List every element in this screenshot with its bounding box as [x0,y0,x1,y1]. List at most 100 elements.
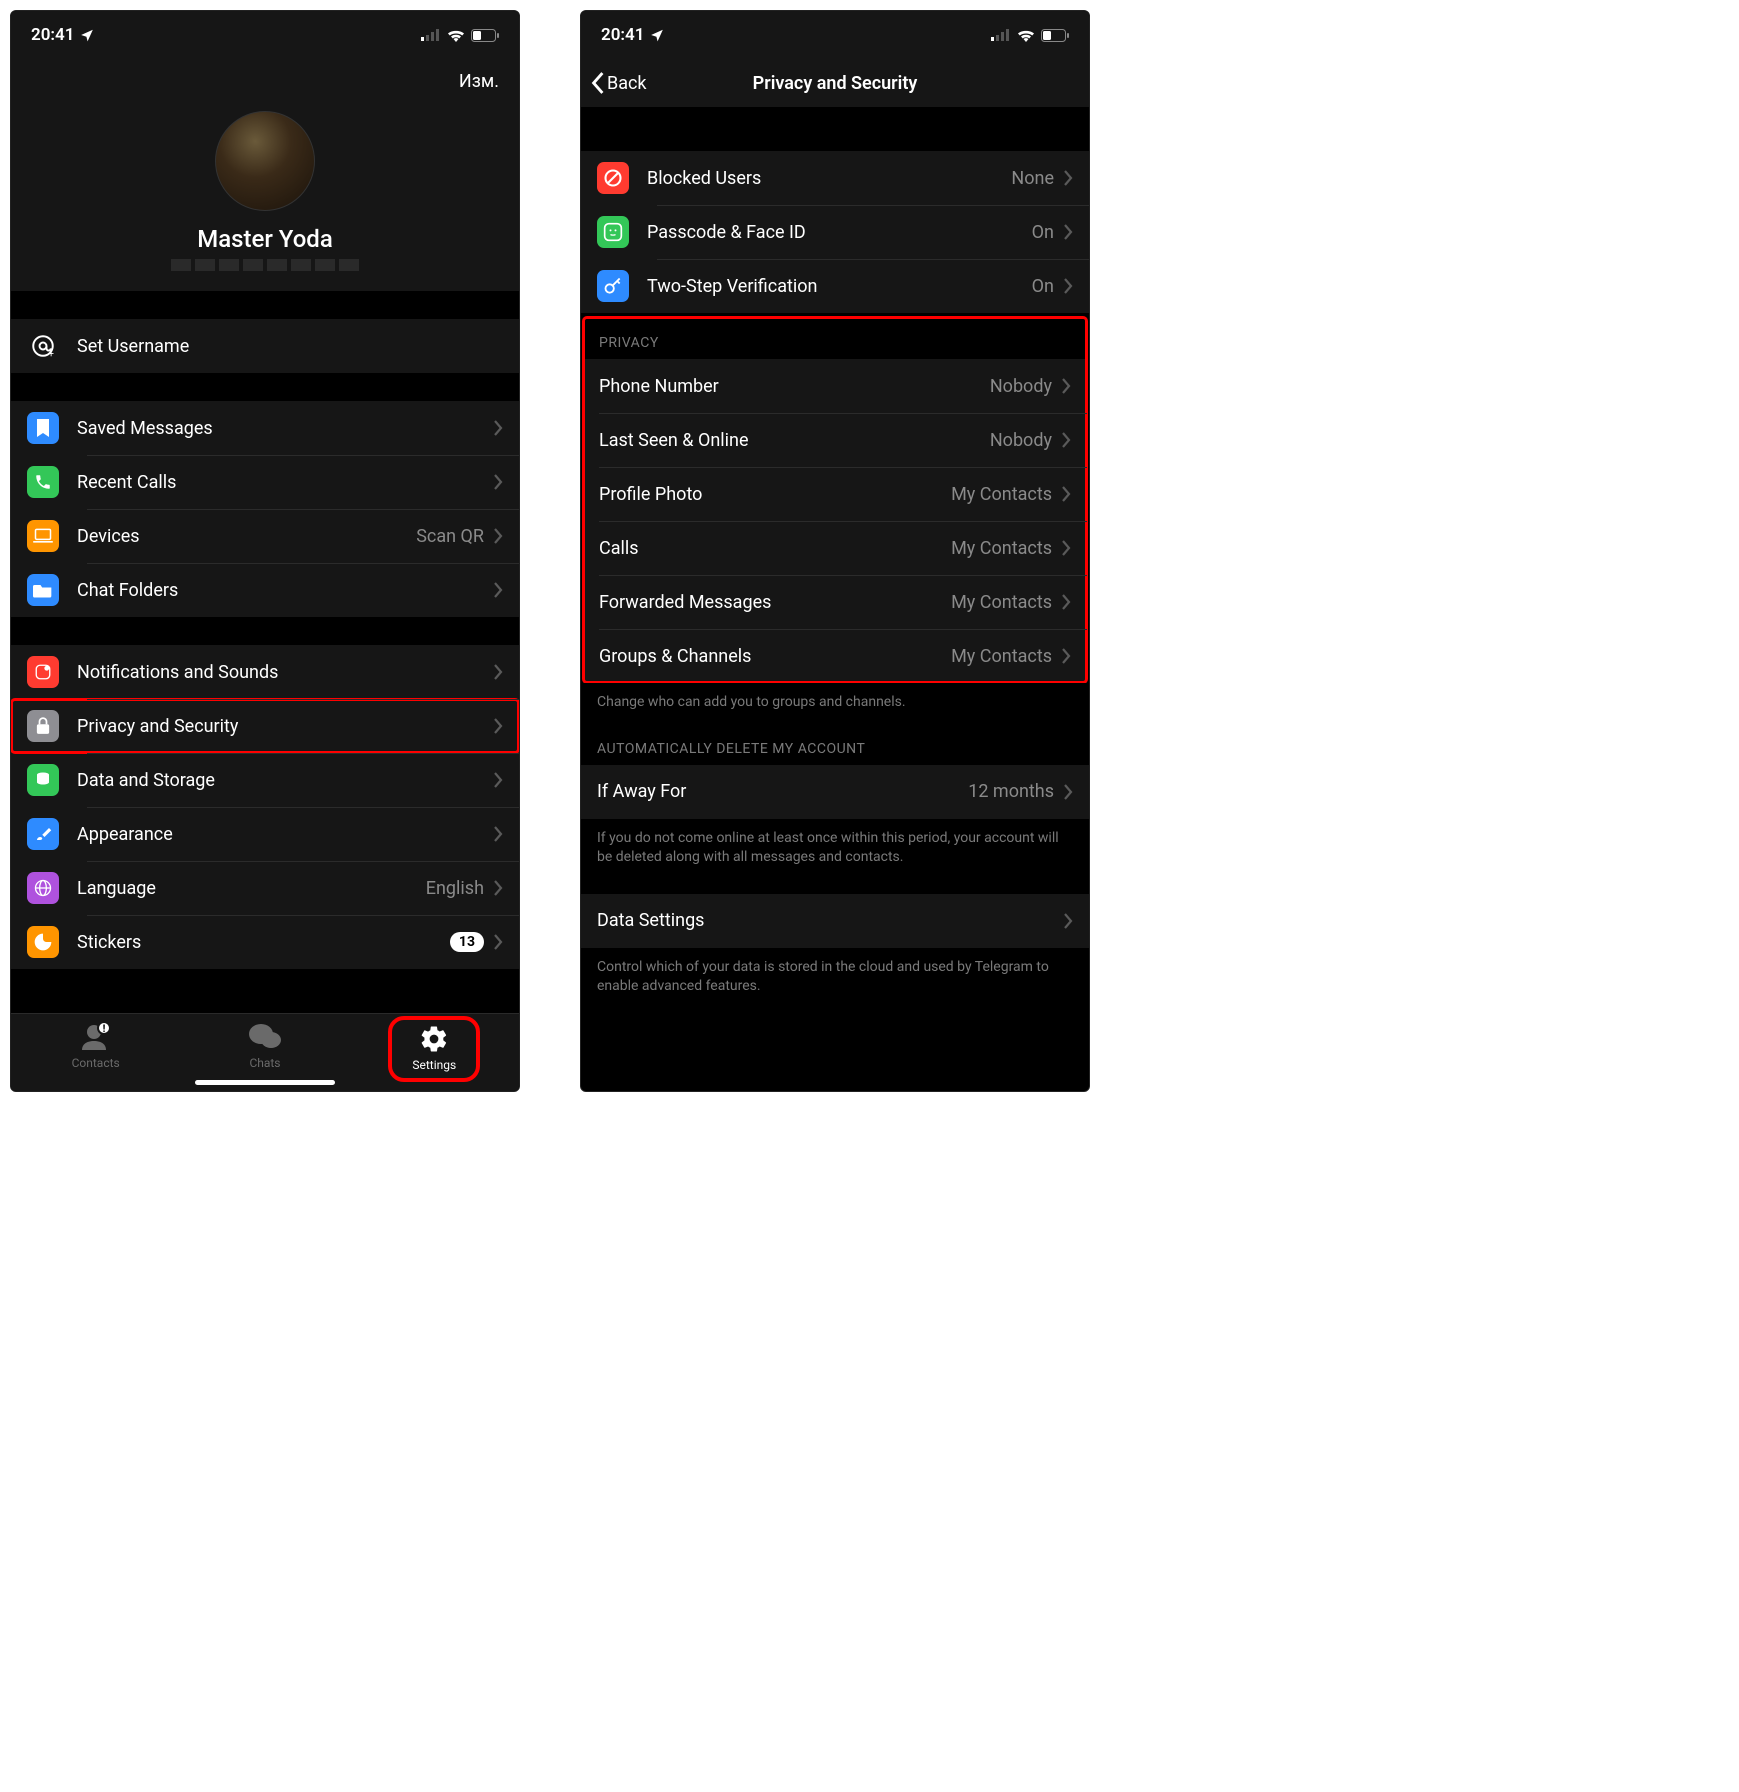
tab-label: Contacts [72,1056,120,1070]
battery-icon [471,29,499,42]
stickers-row[interactable]: Stickers 13 [11,915,519,969]
data-settings-footer: Control which of your data is stored in … [581,948,1089,1013]
appearance-row[interactable]: Appearance [11,807,519,861]
profile-photo-row[interactable]: Profile Photo My Contacts [583,467,1087,521]
tab-chats[interactable]: Chats [225,1022,305,1070]
set-username-row[interactable]: + Set Username [11,319,519,373]
block-icon [603,168,623,188]
chevron-right-icon [494,582,503,598]
chevron-right-icon [1064,913,1073,929]
tab-settings[interactable]: Settings [394,1022,474,1076]
contacts-icon: ! [80,1022,112,1052]
chats-icon [248,1022,282,1052]
phone-number-row[interactable]: Phone Number Nobody [583,359,1087,413]
profile-header[interactable]: Master Yoda [11,103,519,291]
tab-contacts[interactable]: ! Contacts [56,1022,136,1070]
profile-subtitle-redacted [11,259,519,271]
row-label: Passcode & Face ID [647,222,1032,243]
row-label: Recent Calls [77,472,494,493]
language-row[interactable]: Language English [11,861,519,915]
row-label: Devices [77,526,416,547]
row-label: Calls [599,538,951,559]
privacy-security-row[interactable]: Privacy and Security [11,699,519,753]
folder-icon [33,582,53,598]
wifi-icon [447,29,465,42]
row-value: Scan QR [416,526,484,547]
tab-bar: ! Contacts Chats Settings [11,1013,519,1091]
chevron-right-icon [494,718,503,734]
status-time: 20:41 [601,25,644,45]
chevron-left-icon [591,72,605,94]
groups-channels-row[interactable]: Groups & Channels My Contacts [583,629,1087,683]
row-value: 12 months [968,781,1054,802]
if-away-for-row[interactable]: If Away For 12 months [581,765,1089,819]
privacy-screen: 20:41 Back Privacy and Security Blocked … [580,10,1090,1092]
gear-icon [419,1024,449,1054]
avatar[interactable] [215,111,315,211]
chevron-right-icon [1062,648,1071,664]
page-title: Privacy and Security [753,73,918,94]
row-value: My Contacts [951,646,1052,667]
row-label: Privacy and Security [77,716,494,737]
row-label: Groups & Channels [599,646,951,667]
row-value: English [426,878,484,899]
passcode-row[interactable]: Passcode & Face ID On [581,205,1089,259]
notifications-row[interactable]: Notifications and Sounds [11,645,519,699]
blocked-users-row[interactable]: Blocked Users None [581,151,1089,205]
row-label: Stickers [77,932,450,953]
chevron-right-icon [1064,784,1073,800]
row-value: My Contacts [951,538,1052,559]
autodelete-section-footer: If you do not come online at least once … [581,819,1089,868]
wifi-icon [1017,29,1035,42]
calls-row[interactable]: Calls My Contacts [583,521,1087,575]
chevron-right-icon [1062,432,1071,448]
row-label: Notifications and Sounds [77,662,494,683]
row-value: Nobody [990,376,1052,397]
back-button[interactable]: Back [591,72,647,94]
row-value: On [1032,276,1054,297]
home-indicator[interactable] [195,1080,335,1085]
lastseen-row[interactable]: Last Seen & Online Nobody [583,413,1087,467]
privacy-section-highlight: PRIVACY Phone Number Nobody Last Seen & … [583,317,1087,683]
privacy-nav: Back Privacy and Security [581,59,1089,107]
row-label: Forwarded Messages [599,592,951,613]
settings-screen: 20:41 Изм. Master Yoda + Set Username [10,10,520,1092]
edit-button[interactable]: Изм. [459,71,499,92]
lock-icon [36,717,50,735]
row-value: Nobody [990,430,1052,451]
chevron-right-icon [494,420,503,436]
saved-messages-row[interactable]: Saved Messages [11,401,519,455]
laptop-icon [33,528,53,544]
row-value: My Contacts [951,592,1052,613]
autodelete-section-header: AUTOMATICALLY DELETE MY ACCOUNT [581,713,1089,765]
chat-folders-row[interactable]: Chat Folders [11,563,519,617]
twostep-row[interactable]: Two-Step Verification On [581,259,1089,313]
row-value: My Contacts [951,484,1052,505]
location-icon [80,28,94,42]
row-label: Phone Number [599,376,990,397]
devices-row[interactable]: Devices Scan QR [11,509,519,563]
chevron-right-icon [494,474,503,490]
recent-calls-row[interactable]: Recent Calls [11,455,519,509]
row-value: On [1032,222,1054,243]
forwarded-row[interactable]: Forwarded Messages My Contacts [583,575,1087,629]
cellular-icon [421,29,441,41]
chevron-right-icon [1062,378,1071,394]
row-label: Last Seen & Online [599,430,990,451]
data-storage-row[interactable]: Data and Storage [11,753,519,807]
data-settings-row[interactable]: Data Settings [581,894,1089,948]
battery-icon [1041,29,1069,42]
row-label: Blocked Users [647,168,1011,189]
row-value: None [1011,168,1054,189]
globe-icon [33,878,53,898]
faceid-icon [603,222,623,242]
row-label: Language [77,878,426,899]
chevron-right-icon [1064,170,1073,186]
profile-name: Master Yoda [11,225,519,253]
phone-icon [34,473,52,491]
chevron-right-icon [1062,540,1071,556]
sticker-icon [33,932,53,952]
location-icon [650,28,664,42]
chevron-right-icon [494,934,503,950]
row-label: Appearance [77,824,494,845]
